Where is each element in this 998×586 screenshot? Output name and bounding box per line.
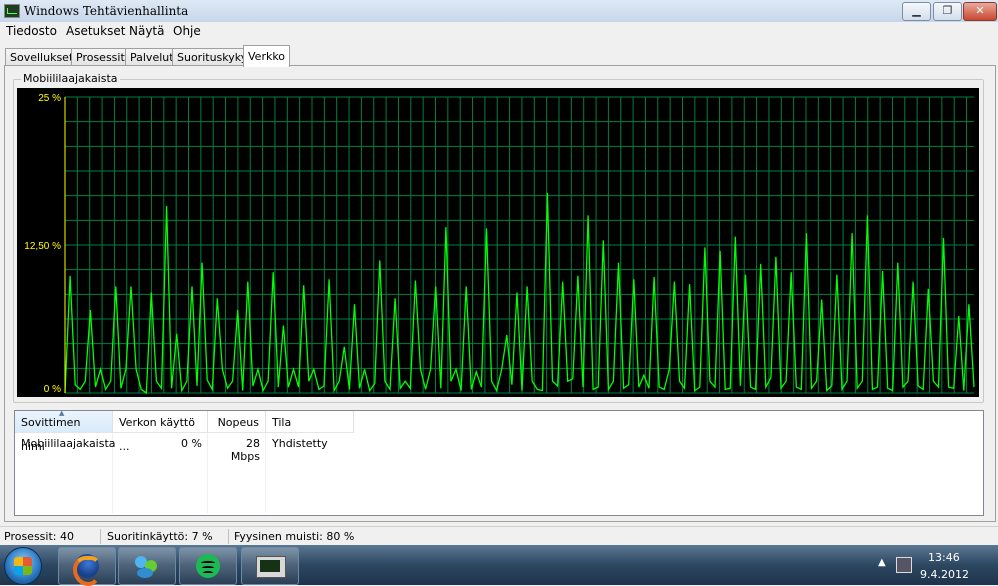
menu-nayta[interactable]: Näytä (129, 24, 165, 38)
column-header-state[interactable]: Tila (266, 411, 354, 433)
status-divider (228, 529, 229, 544)
column-header-speed[interactable]: Nopeus (208, 411, 266, 433)
cell-adapter-name[interactable]: Mobiililaajakaista (15, 437, 116, 450)
taskbar-spotify[interactable] (179, 547, 237, 585)
cell-state: Yhdistetty (272, 437, 328, 450)
status-processes: Prosessit: 40 (4, 530, 74, 543)
window-title: Windows Tehtävienhallinta (24, 4, 189, 18)
task-manager-icon (256, 556, 286, 578)
cell-usage: 0 % (181, 437, 202, 450)
taskbar: ▲ 13:46 9.4.2012 (0, 545, 998, 586)
cell-speed: 28 Mbps (230, 437, 260, 463)
column-header-name[interactable]: ▲ Sovittimen nimi (15, 409, 113, 453)
spotify-icon (196, 554, 220, 578)
taskbar-messenger[interactable] (118, 547, 176, 585)
tab-prosessit[interactable]: Prosessit (71, 48, 129, 66)
column-header-usage[interactable]: Verkon käyttö ... (113, 411, 208, 453)
menu-asetukset[interactable]: Asetukset (66, 24, 125, 38)
menu-tiedosto[interactable]: Tiedosto (6, 24, 57, 38)
y-tick-label-min: 0 % (44, 384, 61, 395)
close-button[interactable]: ✕ (963, 2, 997, 21)
network-icon[interactable] (896, 557, 912, 573)
status-bar: Prosessit: 40 Suoritinkäyttö: 7 % Fyysin… (0, 526, 998, 546)
messenger-icon (133, 554, 161, 578)
status-divider (100, 529, 101, 544)
tab-palvelut[interactable]: Palvelut (125, 48, 175, 66)
graph-label: Mobiililaajakaista (21, 72, 120, 85)
title-bar: Windows Tehtävienhallinta ▁ ❐ ✕ (0, 0, 998, 23)
tab-verkko[interactable]: Verkko (243, 45, 290, 67)
tab-sovellukset[interactable]: Sovellukset (5, 48, 75, 66)
tab-strip: Sovellukset Prosessit Palvelut Suoritusk… (0, 44, 998, 67)
taskbar-firefox[interactable] (58, 547, 116, 586)
status-memory: Fyysinen muisti: 80 % (234, 530, 355, 543)
menu-ohje[interactable]: Ohje (173, 24, 201, 38)
maximize-button[interactable]: ❐ (933, 2, 962, 21)
windows-logo-icon (14, 557, 32, 575)
tab-suorituskyky[interactable]: Suorituskyky (172, 48, 247, 66)
minimize-button[interactable]: ▁ (902, 2, 931, 21)
start-button[interactable] (4, 547, 42, 585)
sort-up-icon: ▲ (59, 409, 65, 417)
task-manager-icon (4, 4, 20, 18)
y-tick-label-max: 25 % (38, 93, 61, 104)
adapter-table: ▲ Sovittimen nimi Verkon käyttö ... Nope… (14, 409, 984, 516)
network-chart: 25 % 12,50 % 0 % (17, 88, 979, 397)
y-tick-label-mid: 12,50 % (24, 241, 61, 252)
firefox-icon (73, 554, 101, 586)
network-chart-svg: 25 % 12,50 % 0 % (24, 93, 975, 395)
show-hidden-icons-icon[interactable]: ▲ (878, 557, 886, 568)
menu-bar: Tiedosto Asetukset Näytä Ohje (0, 22, 998, 40)
status-cpu: Suoritinkäyttö: 7 % (107, 530, 213, 543)
clock-date[interactable]: 9.4.2012 (920, 568, 969, 581)
taskbar-task-manager[interactable] (241, 547, 299, 585)
clock-time[interactable]: 13:46 (928, 551, 960, 564)
